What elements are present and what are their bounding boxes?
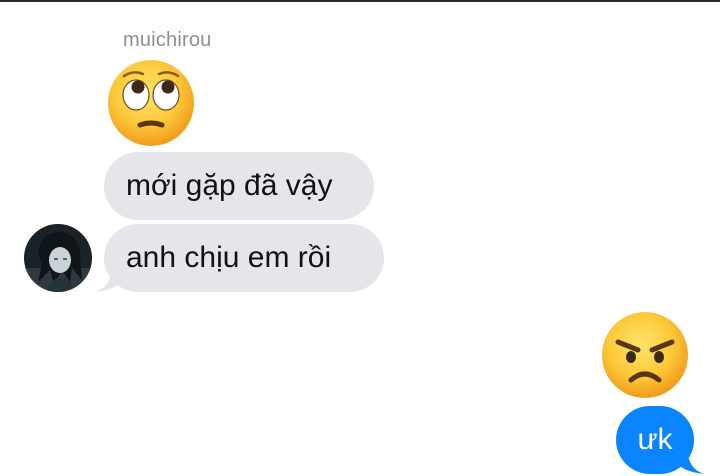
bubble-tail — [93, 274, 123, 292]
top-divider — [0, 0, 720, 2]
angry-face-icon[interactable] — [600, 310, 690, 400]
incoming-message-bubble[interactable]: anh chịu em rồi — [104, 224, 384, 292]
sender-name: muichirou — [123, 29, 212, 51]
incoming-message-bubble[interactable]: mới gặp đã vậy — [104, 152, 374, 220]
message-text: mới gặp đã vậy — [126, 169, 333, 202]
message-text: anh chịu em rồi — [126, 241, 332, 274]
avatar[interactable] — [24, 224, 92, 292]
bubble-tail — [676, 456, 706, 474]
message-text: ưk — [637, 423, 673, 456]
face-with-rolling-eyes-icon[interactable] — [106, 58, 196, 148]
